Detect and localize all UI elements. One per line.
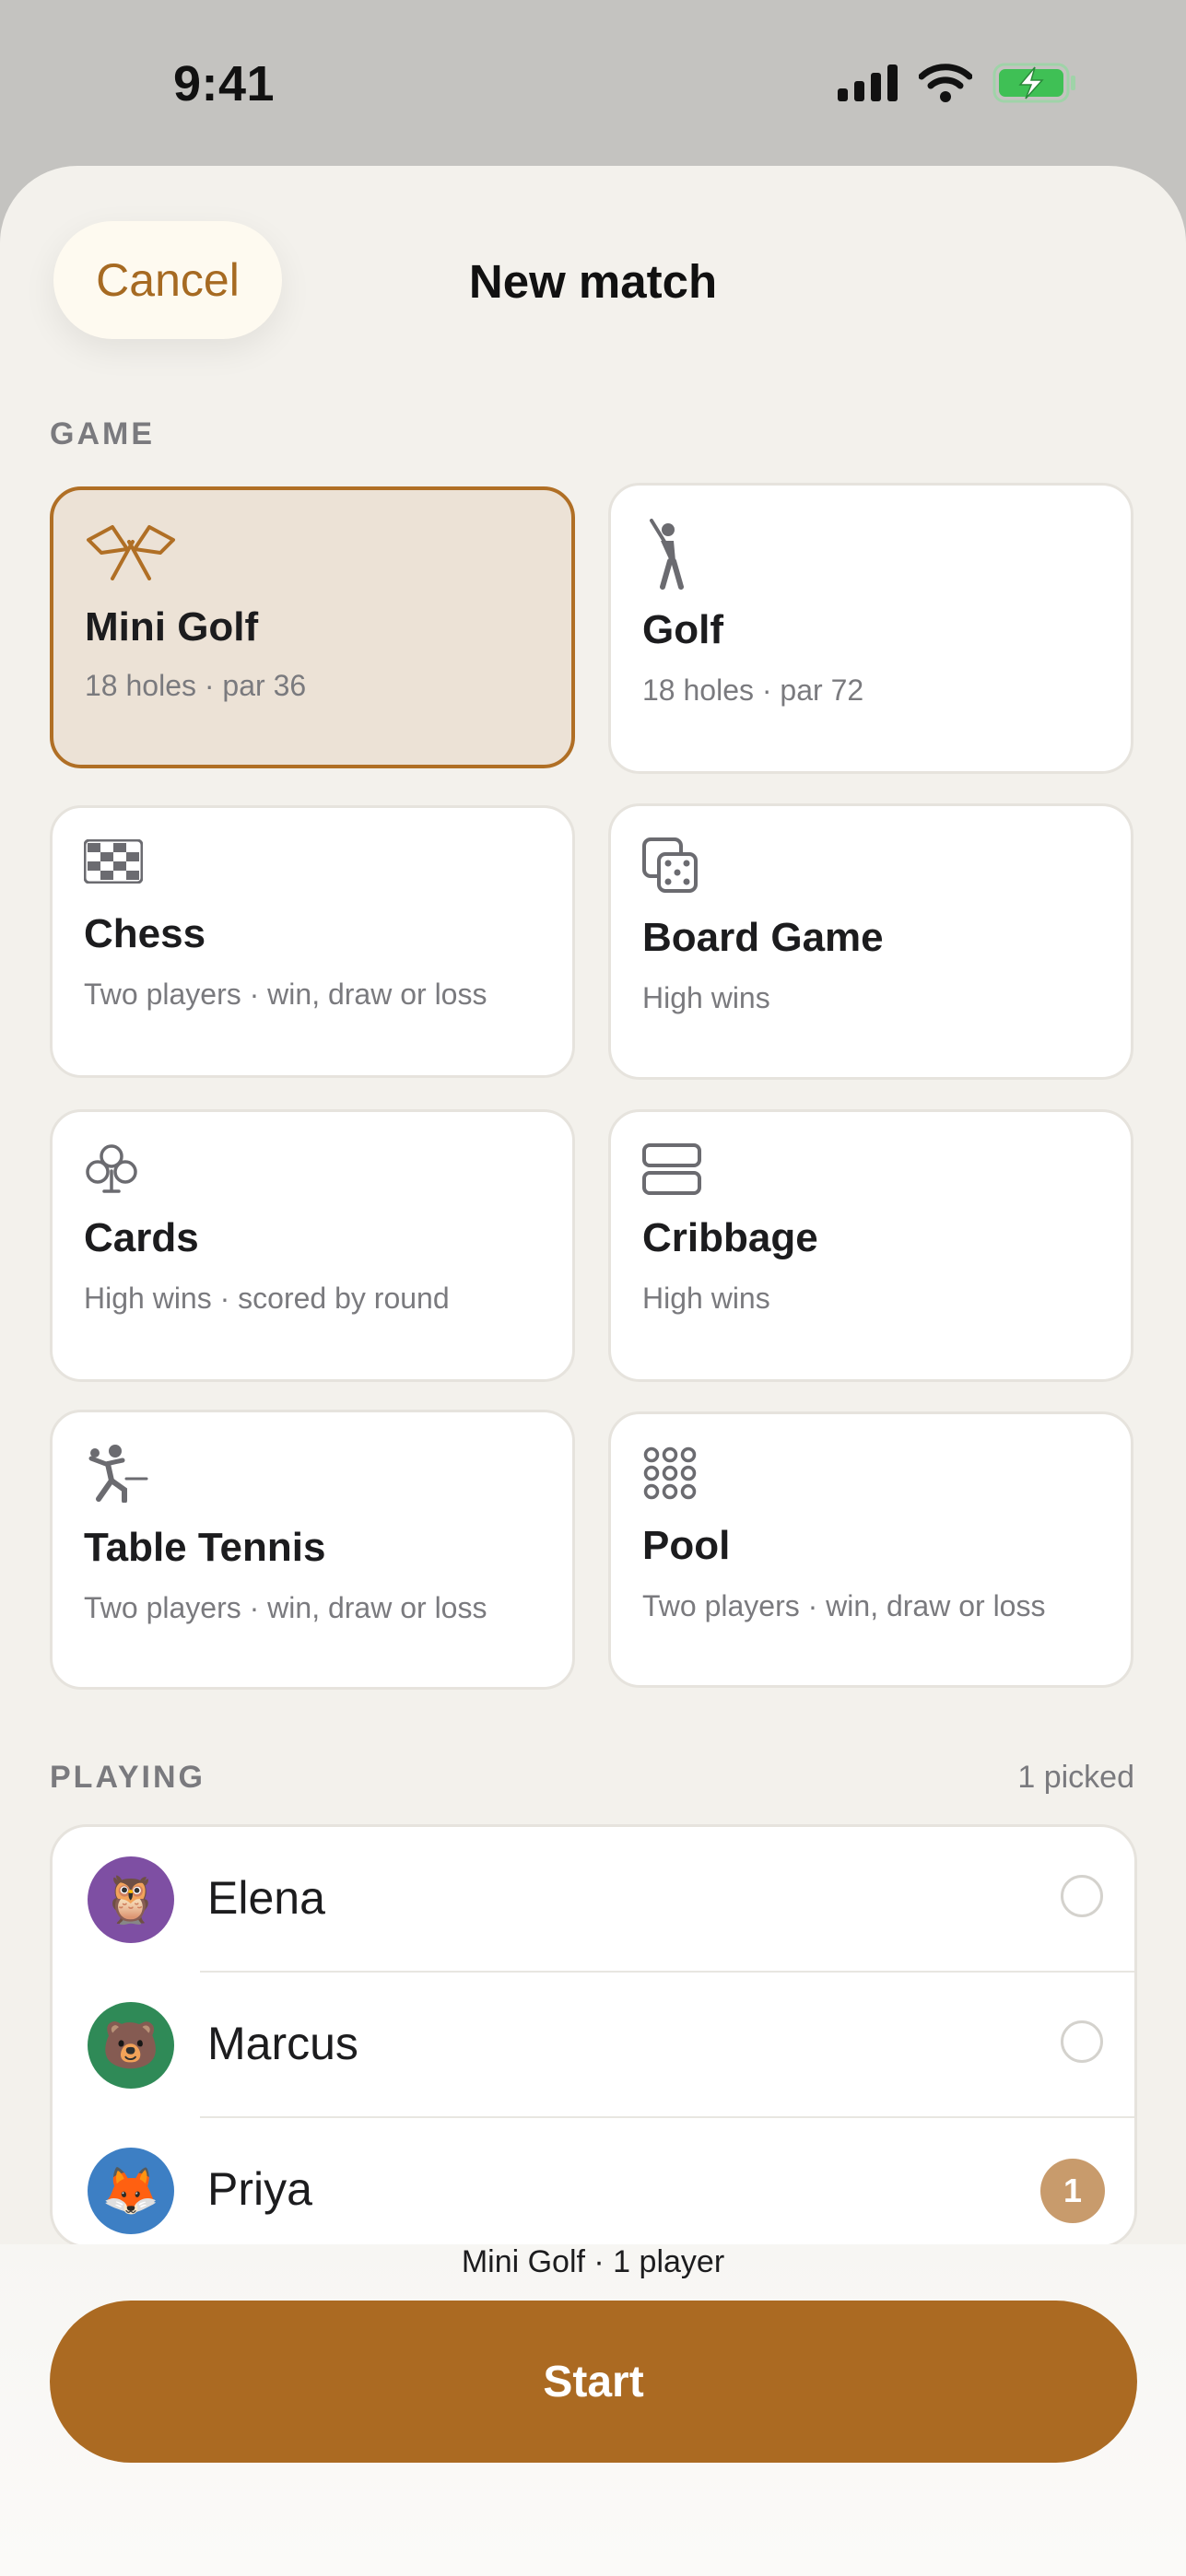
game-card-title: Cards [84, 1215, 199, 1260]
game-card-detail: 18 holes · par 72 [642, 673, 864, 707]
game-card-cribbage[interactable]: Cribbage High wins [608, 1109, 1133, 1382]
crossed-flags-icon [85, 521, 177, 585]
player-name: Priya [207, 2163, 312, 2215]
game-card-title: Mini Golf [85, 604, 259, 650]
battery-charging-icon [992, 63, 1075, 103]
player-row-elena[interactable]: 🦉 Elena [53, 1827, 1134, 1973]
game-card-mini-golf[interactable]: Mini Golf 18 holes · par 36 [50, 486, 575, 768]
match-summary: Mini Golf · 1 player [461, 2244, 725, 2279]
wifi-icon [919, 64, 972, 102]
player-select-radio[interactable] [1061, 2020, 1103, 2063]
game-card-detail: 18 holes · par 36 [85, 669, 307, 702]
player-name: Marcus [207, 2018, 358, 2069]
game-card-table-tennis[interactable]: Table Tennis Two players · win, draw or … [50, 1410, 575, 1690]
game-card-chess[interactable]: Chess Two players · win, draw or loss [50, 805, 575, 1078]
avatar: 🦉 [88, 1856, 174, 1943]
page-title: New match [468, 255, 718, 308]
club-suit-icon [84, 1143, 139, 1200]
game-card-board-game[interactable]: Board Game High wins [608, 803, 1133, 1080]
game-card-title: Golf [642, 607, 723, 652]
game-card-detail: High wins [642, 1282, 770, 1315]
game-card-pool[interactable]: Pool Two players · win, draw or loss [608, 1411, 1133, 1688]
dice-icon [642, 837, 699, 899]
pool-balls-icon [642, 1446, 698, 1505]
status-time: 9:41 [173, 56, 276, 111]
playing-section-label: PLAYING [50, 1760, 206, 1795]
game-card-detail: Two players · win, draw or loss [642, 1589, 1046, 1622]
game-card-title: Chess [84, 911, 206, 956]
player-name: Elena [207, 1872, 325, 1924]
status-bar: 9:41 [0, 0, 1186, 166]
game-card-detail: High wins [642, 981, 770, 1014]
avatar: 🦊 [88, 2148, 174, 2234]
start-button[interactable]: Start [50, 2301, 1137, 2463]
player-list: 🦉 Elena 🐻 Marcus 🦊 Priya 1 [50, 1824, 1137, 2248]
game-card-title: Table Tennis [84, 1525, 326, 1570]
picked-count: 1 picked [1017, 1760, 1134, 1795]
game-card-detail: High wins · scored by round [84, 1282, 450, 1315]
checkerboard-icon [83, 838, 144, 888]
game-card-golf[interactable]: Golf 18 holes · par 72 [608, 483, 1133, 774]
nav-bar: Cancel New match [0, 221, 1186, 341]
pick-order-badge[interactable]: 1 [1040, 2159, 1105, 2223]
status-icons [838, 63, 1077, 103]
player-row-priya[interactable]: 🦊 Priya 1 [53, 2118, 1134, 2245]
player-row-marcus[interactable]: 🐻 Marcus [53, 1973, 1134, 2118]
cellular-signal-icon [838, 64, 898, 101]
cribbage-board-icon [642, 1143, 701, 1200]
golfer-icon [642, 517, 688, 595]
game-card-detail: Two players · win, draw or loss [84, 978, 487, 1011]
game-card-cards[interactable]: Cards High wins · scored by round [50, 1109, 575, 1382]
avatar: 🐻 [88, 2002, 174, 2089]
game-card-title: Pool [642, 1523, 731, 1568]
game-card-title: Board Game [642, 915, 884, 960]
table-tennis-player-icon [84, 1444, 148, 1507]
player-select-radio[interactable] [1061, 1875, 1103, 1917]
game-card-detail: Two players · win, draw or loss [84, 1591, 487, 1624]
game-section-label: GAME [50, 416, 155, 451]
game-card-title: Cribbage [642, 1215, 818, 1260]
